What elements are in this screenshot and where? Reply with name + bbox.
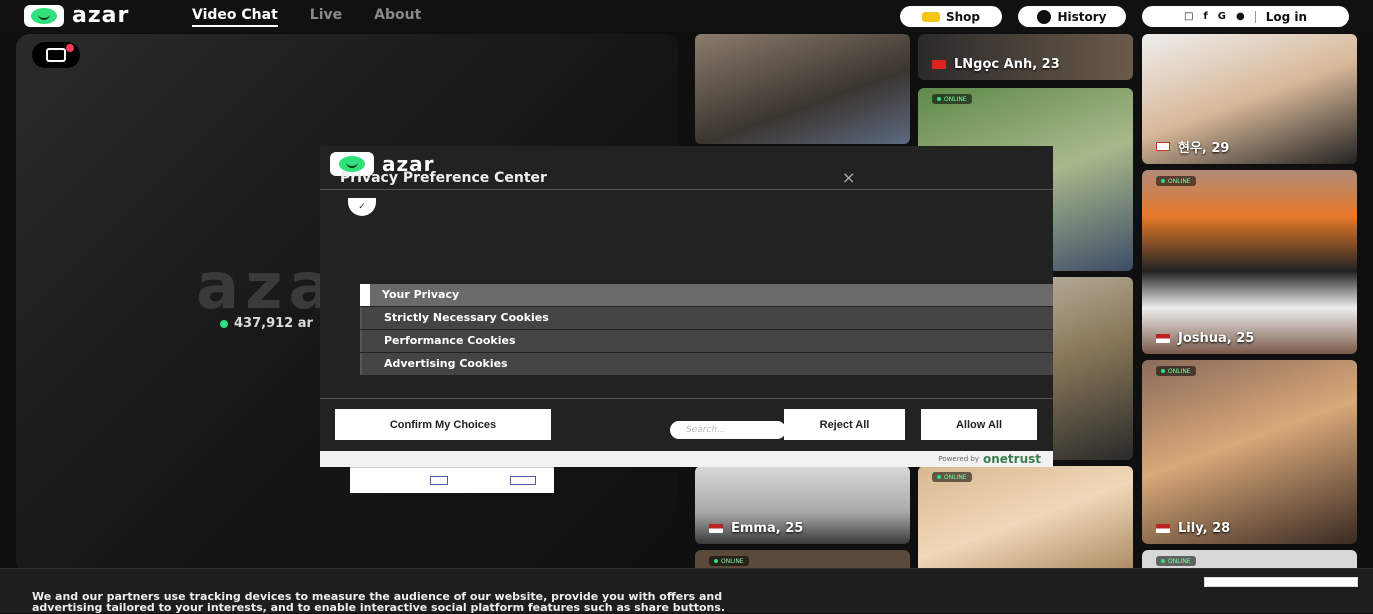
- nav-about[interactable]: About: [374, 7, 421, 27]
- modal-footer: Powered by onetrust: [320, 451, 1053, 467]
- modal-title: Privacy Preference Center: [340, 170, 547, 186]
- instagram-icon: □: [1183, 11, 1194, 22]
- profile-card[interactable]: 현우, 29: [1142, 34, 1357, 164]
- profile-name: Emma, 25: [709, 521, 803, 536]
- profile-name: Joshua, 25: [1156, 331, 1254, 346]
- privacy-menu: Your Privacy Strictly Necessary Cookies …: [360, 284, 1053, 376]
- reject-all-button[interactable]: Reject All: [784, 409, 905, 440]
- us-flag-icon: [1156, 524, 1170, 533]
- menu-your-privacy[interactable]: Your Privacy: [360, 284, 1053, 306]
- nav-video-chat[interactable]: Video Chat: [192, 7, 278, 27]
- cookie-banner-text: We and our partners use tracking devices…: [32, 590, 726, 614]
- profile-name: Lily, 28: [1156, 521, 1230, 536]
- powered-by-text: Powered by: [938, 455, 979, 463]
- camera-icon: [46, 48, 66, 62]
- google-icon: G: [1217, 11, 1226, 22]
- social-icons: □ f G ●: [1183, 10, 1256, 23]
- history-icon: [1037, 9, 1052, 24]
- shop-button[interactable]: Shop: [900, 6, 1002, 27]
- history-label: History: [1057, 9, 1107, 24]
- kr-flag-icon: [1156, 142, 1170, 151]
- online-dot-icon: [220, 319, 228, 328]
- profile-card[interactable]: ONLINE: [918, 466, 1133, 574]
- azar-logo[interactable]: azar: [24, 5, 129, 27]
- close-icon[interactable]: ×: [842, 168, 855, 187]
- shield-icon: ✓: [348, 198, 376, 216]
- profile-card[interactable]: ONLINE Lily, 28: [1142, 360, 1357, 544]
- menu-performance[interactable]: Performance Cookies: [360, 330, 1053, 352]
- online-count: 437,912 ar: [220, 316, 313, 331]
- apple-icon: ●: [1235, 11, 1245, 22]
- cookie-banner: We and our partners use tracking devices…: [0, 568, 1373, 613]
- gem-icon: [921, 11, 940, 22]
- top-bar: azar Video Chat Live About Shop History …: [0, 0, 1373, 32]
- confirm-choices-button[interactable]: Confirm My Choices: [335, 409, 551, 440]
- camera-toggle-button[interactable]: [32, 42, 80, 68]
- online-badge: ONLINE: [1156, 366, 1196, 376]
- notification-dot: [66, 44, 74, 52]
- azar-logo-icon: [24, 5, 64, 27]
- profile-card[interactable]: ONLINE Joshua, 25: [1142, 170, 1357, 354]
- history-button[interactable]: History: [1018, 6, 1126, 27]
- online-badge: ONLINE: [932, 94, 972, 104]
- cookie-search-input[interactable]: Search...: [670, 421, 786, 439]
- profile-name: LNgọc Anh, 23: [932, 57, 1060, 72]
- online-badge: ONLINE: [1156, 176, 1196, 186]
- online-count-text: 437,912 ar: [234, 316, 313, 331]
- online-badge: ONLINE: [1156, 556, 1196, 566]
- profile-name: 현우, 29: [1156, 137, 1229, 156]
- login-label: Log in: [1265, 9, 1308, 24]
- modal-header: azar Privacy Preference Center ×: [320, 146, 1053, 190]
- menu-strictly-necessary[interactable]: Strictly Necessary Cookies: [360, 307, 1053, 329]
- facebook-icon: f: [1203, 11, 1208, 22]
- login-button[interactable]: □ f G ● Log in: [1142, 6, 1349, 27]
- divider: [1254, 10, 1256, 23]
- online-badge: ONLINE: [932, 472, 972, 482]
- us-flag-icon: [709, 524, 723, 533]
- main-nav: Video Chat Live About: [192, 7, 421, 27]
- allow-all-button[interactable]: Allow All: [921, 409, 1037, 440]
- overlay-fragment: [350, 467, 554, 493]
- vn-flag-icon: [932, 60, 946, 69]
- checkbox-icon[interactable]: [430, 476, 448, 485]
- online-badge: ONLINE: [709, 556, 749, 566]
- us-flag-icon: [1156, 334, 1170, 343]
- privacy-modal: azar Privacy Preference Center × ✓ Your …: [320, 146, 1053, 467]
- toggle-icon[interactable]: [510, 476, 536, 485]
- modal-divider: [320, 398, 1053, 399]
- cookie-settings-button[interactable]: [1204, 577, 1358, 587]
- profile-card[interactable]: [695, 34, 910, 144]
- nav-live[interactable]: Live: [310, 7, 342, 27]
- profile-card[interactable]: LNgọc Anh, 23: [918, 34, 1133, 80]
- menu-advertising[interactable]: Advertising Cookies: [360, 353, 1053, 375]
- shop-label: Shop: [945, 9, 981, 24]
- onetrust-logo[interactable]: onetrust: [983, 452, 1041, 466]
- profile-card[interactable]: Emma, 25: [695, 466, 910, 544]
- logo-text: azar: [72, 3, 130, 28]
